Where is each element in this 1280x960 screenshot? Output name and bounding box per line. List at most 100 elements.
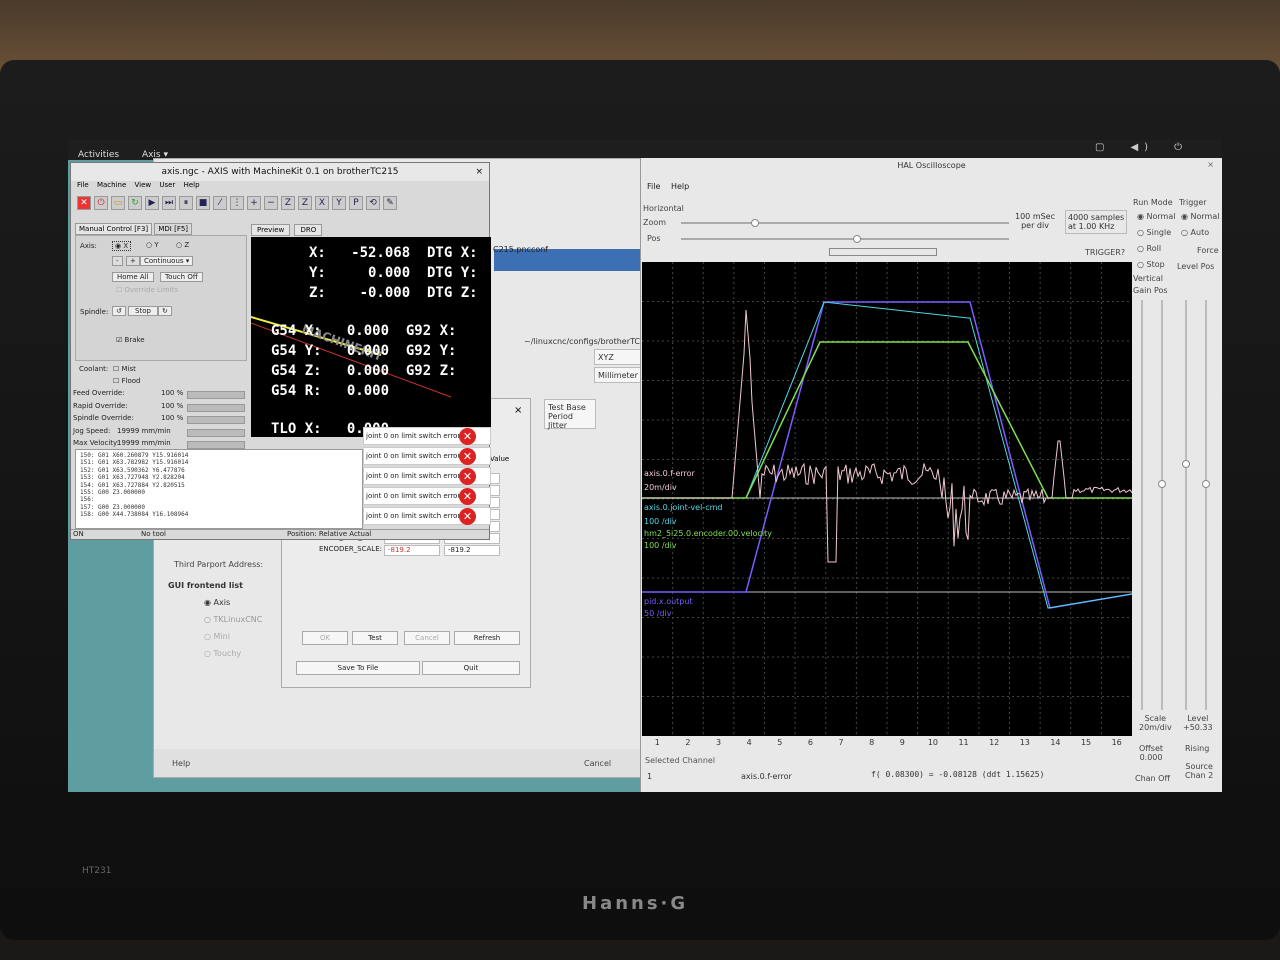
error-icon[interactable]: ✕: [459, 448, 476, 465]
channel-button[interactable]: 11: [948, 738, 979, 754]
view-x-icon[interactable]: X: [315, 196, 329, 210]
override-limits-checkbox[interactable]: ☐ Override Limits: [116, 286, 178, 294]
gcode-line[interactable]: 158: G00 X44.738084 Y16.108964: [80, 511, 358, 518]
jog-plus-button[interactable]: +: [126, 256, 140, 266]
axis-radio-y[interactable]: ○ Y: [146, 241, 159, 249]
chan-off-button[interactable]: Chan Off: [1135, 774, 1170, 783]
tab-mdi[interactable]: MDI [F5]: [154, 223, 193, 235]
override-slider[interactable]: [187, 428, 245, 437]
pid-current-value[interactable]: -819.2: [384, 545, 440, 556]
gcode-line[interactable]: 153: G01 X63.727948 Y2.828204: [80, 474, 358, 481]
gcode-listing[interactable]: 150: G01 X60.260879 Y15.916014 151: G01 X…: [75, 449, 363, 529]
error-popup[interactable]: joint 0 on limit switch error ✕: [363, 447, 491, 465]
view-p-icon[interactable]: P: [349, 196, 363, 210]
spindle-stop-button[interactable]: Stop: [128, 306, 158, 316]
gain-slider[interactable]: [1141, 300, 1143, 710]
scope-display[interactable]: axis.0.f-error 20m/div axis.0.joint-vel-cm…: [642, 262, 1132, 736]
trigger-source[interactable]: Source Chan 2: [1185, 762, 1213, 780]
help-button[interactable]: Help: [172, 759, 190, 768]
menu-file[interactable]: File: [77, 181, 89, 189]
run-mode-stop[interactable]: ○ Stop: [1137, 260, 1165, 269]
open-file-icon[interactable]: ▭: [111, 196, 125, 210]
osc-menu-file[interactable]: File: [647, 182, 660, 191]
channel-button[interactable]: 4: [734, 738, 765, 754]
channel-button[interactable]: 10: [918, 738, 949, 754]
channel-button[interactable]: 1: [642, 738, 673, 754]
close-icon[interactable]: ×: [514, 405, 522, 416]
flood-checkbox[interactable]: ☐ Flood: [113, 377, 141, 385]
override-slider[interactable]: [187, 441, 245, 449]
run-icon[interactable]: ▶: [145, 196, 159, 210]
menu-user[interactable]: User: [159, 181, 175, 189]
tab-dro[interactable]: DRO: [294, 224, 323, 236]
override-slider[interactable]: [187, 416, 245, 424]
channel-button[interactable]: 2: [673, 738, 704, 754]
menu-machine[interactable]: Machine: [97, 181, 126, 189]
optional-stop-icon[interactable]: ⋮: [230, 196, 244, 210]
channel-button[interactable]: 7: [826, 738, 857, 754]
close-icon[interactable]: ×: [475, 163, 483, 181]
channel-button[interactable]: 14: [1040, 738, 1071, 754]
quit-button[interactable]: Quit: [422, 661, 520, 675]
jog-minus-button[interactable]: -: [112, 256, 123, 266]
activities-button[interactable]: Activities: [78, 150, 119, 160]
close-icon[interactable]: ×: [1207, 160, 1214, 169]
home-all-button[interactable]: Home All: [112, 272, 154, 282]
power-icon[interactable]: ⏻: [94, 196, 108, 210]
brake-checkbox[interactable]: ☑ Brake: [116, 336, 145, 344]
gcode-line[interactable]: 155: G00 Z3.000000: [80, 489, 358, 496]
tab-manual-control[interactable]: Manual Control [F3]: [75, 223, 153, 235]
block-delete-icon[interactable]: ⁄: [213, 196, 227, 210]
gui-option-mini[interactable]: ○ Mini: [168, 628, 262, 645]
error-icon[interactable]: ✕: [459, 428, 476, 445]
save-to-file-button[interactable]: Save To File: [296, 661, 420, 675]
zoom-out-icon[interactable]: −: [264, 196, 278, 210]
cancel-button[interactable]: Cancel: [584, 759, 611, 768]
override-slider[interactable]: [187, 391, 245, 399]
gui-option-touchy[interactable]: ○ Touchy: [168, 645, 262, 662]
gcode-line[interactable]: 154: G01 X63.727884 Y2.820515: [80, 482, 358, 489]
stop-icon[interactable]: ■: [196, 196, 210, 210]
vpos-slider[interactable]: [1158, 300, 1166, 710]
estop-icon[interactable]: ✕: [77, 196, 91, 210]
menu-help[interactable]: Help: [184, 181, 200, 189]
error-popup[interactable]: joint 0 on limit switch error ✕: [363, 507, 491, 525]
run-mode-normal[interactable]: ◉ Normal: [1137, 212, 1175, 221]
channel-button[interactable]: 8: [856, 738, 887, 754]
channel-button[interactable]: 5: [765, 738, 796, 754]
error-icon[interactable]: ✕: [459, 508, 476, 525]
error-popup[interactable]: joint 0 on limit switch error ✕: [363, 427, 491, 445]
offset-readout[interactable]: Offset 0.000: [1139, 744, 1163, 762]
channel-button[interactable]: 3: [703, 738, 734, 754]
system-tray[interactable]: ▢ ◀) ⏻: [1095, 142, 1208, 153]
tab-preview[interactable]: Preview: [251, 224, 291, 236]
error-icon[interactable]: ✕: [459, 468, 476, 485]
axis-radio-z[interactable]: ○ Z: [176, 241, 189, 249]
view-z-icon[interactable]: Z: [281, 196, 295, 210]
trigger-pos-slider[interactable]: [1202, 300, 1210, 710]
view-z2-icon[interactable]: Z: [298, 196, 312, 210]
ok-button[interactable]: OK: [302, 631, 348, 645]
view-y-icon[interactable]: Y: [332, 196, 346, 210]
gcode-line[interactable]: 152: G01 X63.590362 Y6.477876: [80, 467, 358, 474]
gcode-line[interactable]: 150: G01 X60.260879 Y15.916014: [80, 452, 358, 459]
pause-icon[interactable]: ⏸: [179, 196, 193, 210]
override-slider[interactable]: [187, 403, 245, 412]
force-button[interactable]: Force: [1197, 246, 1219, 255]
jog-mode-select[interactable]: Continuous ▾: [140, 256, 194, 266]
osc-menu-help[interactable]: Help: [671, 182, 689, 191]
gcode-line[interactable]: 151: G01 X63.782982 Y15.916014: [80, 459, 358, 466]
trigger-auto[interactable]: ○ Auto: [1181, 228, 1209, 237]
trigger-normal[interactable]: ◉ Normal: [1181, 212, 1219, 221]
gcode-line[interactable]: 156:: [80, 496, 358, 503]
edge-rising-button[interactable]: Rising: [1185, 744, 1209, 753]
cancel-button[interactable]: Cancel: [404, 631, 450, 645]
zoom-slider[interactable]: [681, 219, 1009, 227]
mist-checkbox[interactable]: ☐ Mist: [113, 365, 136, 373]
samples-readout[interactable]: 4000 samples at 1.00 KHz: [1065, 210, 1128, 234]
zoom-in-icon[interactable]: +: [247, 196, 261, 210]
test-button[interactable]: Test: [352, 631, 398, 645]
channel-button[interactable]: 12: [979, 738, 1010, 754]
menu-view[interactable]: View: [135, 181, 152, 189]
pos-slider[interactable]: [681, 235, 1009, 243]
